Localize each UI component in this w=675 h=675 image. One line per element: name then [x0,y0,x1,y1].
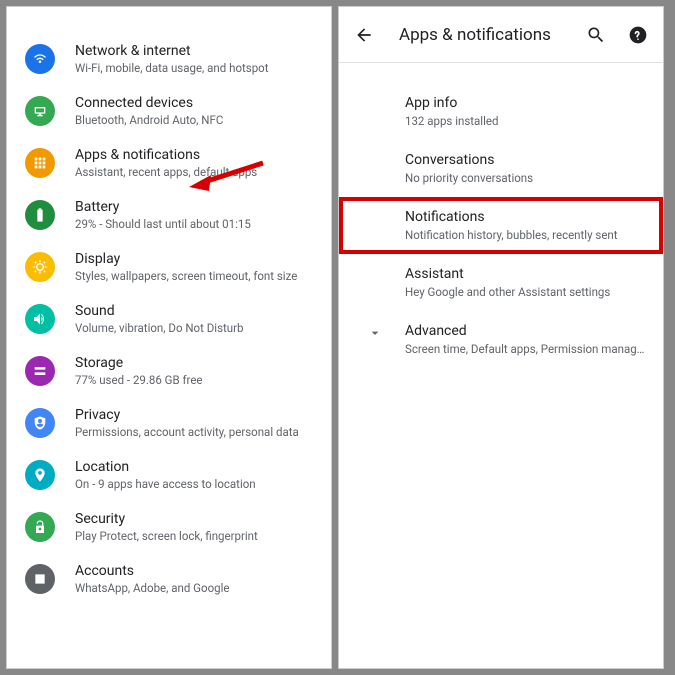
settings-main-panel: Network & internet Wi-Fi, mobile, data u… [6,6,332,669]
setting-title: Accounts [75,563,230,579]
setting-network[interactable]: Network & internet Wi-Fi, mobile, data u… [7,33,331,85]
search-icon[interactable] [585,24,607,46]
detail-sub: Screen time, Default apps, Permission ma… [405,342,647,356]
detail-sub: Notification history, bubbles, recently … [405,228,647,242]
setting-sub: 77% used - 29.86 GB free [75,373,203,387]
setting-sub: Volume, vibration, Do Not Disturb [75,321,243,335]
setting-sub: Permissions, account activity, personal … [75,425,299,439]
setting-title: Network & internet [75,43,268,59]
setting-sub: Play Protect, screen lock, fingerprint [75,529,258,543]
setting-display[interactable]: Display Styles, wallpapers, screen timeo… [7,241,331,293]
setting-sub: WhatsApp, Adobe, and Google [75,581,230,595]
setting-title: Battery [75,199,251,215]
wifi-icon [25,44,55,74]
setting-security[interactable]: Security Play Protect, screen lock, fing… [7,501,331,553]
setting-sub: 29% - Should last until about 01:15 [75,217,251,231]
setting-battery[interactable]: Battery 29% - Should last until about 01… [7,189,331,241]
setting-title: Display [75,251,297,267]
setting-title: Privacy [75,407,299,423]
detail-conversations[interactable]: Conversations No priority conversations [339,140,663,197]
setting-storage[interactable]: Storage 77% used - 29.86 GB free [7,345,331,397]
setting-sub: Styles, wallpapers, screen timeout, font… [75,269,297,283]
setting-privacy[interactable]: Privacy Permissions, account activity, p… [7,397,331,449]
setting-title: Location [75,459,256,475]
volume-icon [25,304,55,334]
setting-sound[interactable]: Sound Volume, vibration, Do Not Disturb [7,293,331,345]
detail-title: Assistant [405,266,647,282]
setting-location[interactable]: Location On - 9 apps have access to loca… [7,449,331,501]
lock-icon [25,512,55,542]
brightness-icon [25,252,55,282]
setting-title: Apps & notifications [75,147,257,163]
battery-icon [25,200,55,230]
detail-sub: 132 apps installed [405,114,647,128]
detail-title: Advanced [405,323,647,339]
setting-title: Sound [75,303,243,319]
location-icon [25,460,55,490]
detail-sub: Hey Google and other Assistant settings [405,285,647,299]
detail-assistant[interactable]: Assistant Hey Google and other Assistant… [339,254,663,311]
setting-title: Storage [75,355,203,371]
account-icon [25,564,55,594]
chevron-down-icon[interactable] [367,325,385,343]
apps-notifications-panel: Apps & notifications App info 132 apps i… [338,6,664,669]
detail-sub: No priority conversations [405,171,647,185]
setting-apps-notifications[interactable]: Apps & notifications Assistant, recent a… [7,137,331,189]
topbar: Apps & notifications [339,7,663,63]
devices-icon [25,96,55,126]
setting-sub: Assistant, recent apps, default apps [75,165,257,179]
setting-title: Connected devices [75,95,223,111]
back-button[interactable] [353,24,375,46]
detail-title: Conversations [405,152,647,168]
detail-advanced[interactable]: Advanced Screen time, Default apps, Perm… [339,311,663,368]
page-title: Apps & notifications [399,25,565,45]
detail-title: App info [405,95,647,111]
detail-app-info[interactable]: App info 132 apps installed [339,83,663,140]
privacy-icon [25,408,55,438]
setting-sub: Wi-Fi, mobile, data usage, and hotspot [75,61,268,75]
setting-sub: Bluetooth, Android Auto, NFC [75,113,223,127]
setting-connected-devices[interactable]: Connected devices Bluetooth, Android Aut… [7,85,331,137]
setting-sub: On - 9 apps have access to location [75,477,256,491]
detail-title: Notifications [405,209,647,225]
setting-accounts[interactable]: Accounts WhatsApp, Adobe, and Google [7,553,331,605]
detail-notifications[interactable]: Notifications Notification history, bubb… [339,197,663,254]
apps-icon [25,148,55,178]
storage-icon [25,356,55,386]
setting-title: Security [75,511,258,527]
help-icon[interactable] [627,24,649,46]
